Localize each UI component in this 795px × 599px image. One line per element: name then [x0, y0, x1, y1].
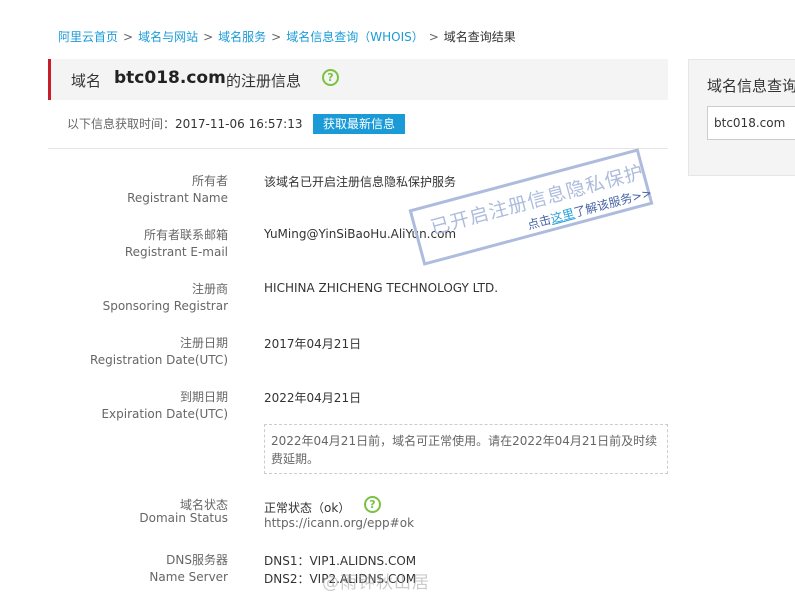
status-help-icon[interactable]: ?	[364, 496, 381, 513]
fetch-time-row: 以下信息获取时间：2017-11-06 16:57:13 获取最新信息	[67, 114, 405, 134]
breadcrumb-whois-link[interactable]: 域名信息查询（WHOIS）	[286, 30, 424, 44]
page-title-domain: btc018.com	[114, 68, 226, 88]
field-label-en: Sponsoring Registrar	[102, 299, 228, 313]
page-title-prefix: 域名	[71, 72, 102, 90]
help-icon[interactable]: ?	[322, 69, 339, 86]
stamp-here-link[interactable]: 这里	[549, 206, 576, 226]
refresh-info-button[interactable]: 获取最新信息	[313, 114, 405, 134]
expiry-note: 2022年04月21日前，域名可正常使用。请在2022年04月21日前及时续费延…	[264, 424, 668, 474]
field-label-en: Expiration Date(UTC)	[101, 407, 228, 421]
field-label-en: Registrant E-mail	[124, 245, 228, 259]
domain-status-value: 正常状态（ok）	[264, 501, 351, 515]
whois-search-input[interactable]	[707, 106, 795, 140]
whois-search-title: 域名信息查询	[707, 77, 795, 95]
breadcrumb-separator: >	[123, 30, 134, 44]
field-label-cn: 所有者联系邮箱	[143, 228, 228, 242]
breadcrumb-home-link[interactable]: 阿里云首页	[58, 30, 118, 44]
breadcrumb-current: 域名查询结果	[443, 30, 516, 44]
fetch-time-value: 2017-11-06 16:57:13	[175, 117, 303, 131]
dns1-value: DNS1：VIP1.ALIDNS.COM	[264, 554, 417, 568]
field-label-cn: 所有者	[191, 174, 228, 188]
field-label-en: Domain Status	[139, 511, 228, 525]
page-title-bar: 域名 btc018.com 的注册信息 ?	[48, 59, 668, 100]
watermark: @雨钟秋山居	[322, 573, 430, 593]
whois-search-panel: 域名信息查询	[688, 59, 795, 176]
breadcrumb-separator: >	[203, 30, 214, 44]
divider	[48, 148, 668, 149]
breadcrumb-domain-service-link[interactable]: 域名服务	[218, 30, 266, 44]
field-value: 2022年04月21日	[264, 391, 362, 405]
field-label-cn: 注册商	[191, 282, 228, 296]
privacy-stamp: 已开启注册信息隐私保护 点击这里了解该服务>>	[408, 148, 654, 266]
page-title-suffix: 的注册信息	[226, 72, 302, 90]
stamp-link-prefix: 点击	[525, 212, 553, 233]
field-value: 2017年04月21日	[264, 337, 362, 351]
fetch-time-label: 以下信息获取时间：	[67, 117, 176, 131]
field-value: 该域名已开启注册信息隐私保护服务	[264, 175, 457, 189]
field-value: HICHINA ZHICHENG TECHNOLOGY LTD.	[264, 281, 499, 295]
field-label-cn: 注册日期	[179, 336, 228, 350]
breadcrumb-domain-website-link[interactable]: 域名与网站	[138, 30, 198, 44]
field-label-en: Registration Date(UTC)	[89, 353, 228, 367]
field-label-cn: DNS服务器	[166, 553, 228, 567]
field-label-en: Registrant Name	[127, 191, 228, 205]
field-label-cn: 到期日期	[179, 390, 228, 404]
field-label-en: Name Server	[149, 570, 228, 584]
breadcrumb: 阿里云首页 > 域名与网站 > 域名服务 > 域名信息查询（WHOIS） > 域名查询结果	[58, 28, 516, 44]
breadcrumb-separator: >	[271, 30, 282, 44]
breadcrumb-separator: >	[428, 30, 439, 44]
domain-status-link[interactable]: https://icann.org/epp#ok	[264, 516, 414, 530]
